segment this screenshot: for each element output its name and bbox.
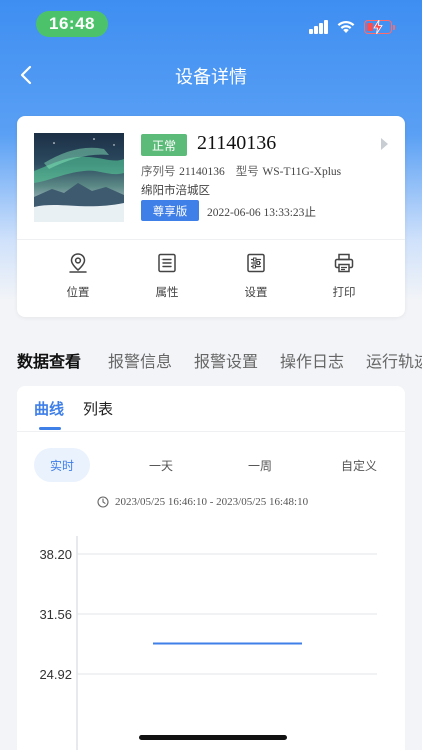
settings-button[interactable]: 设置 [216, 252, 296, 308]
status-badge: 正常 [141, 134, 187, 156]
divider [17, 239, 405, 240]
tab-alarm-settings[interactable]: 报警设置 [194, 348, 258, 372]
settings-label: 设置 [244, 285, 268, 299]
print-label: 打印 [332, 285, 356, 299]
device-location: 绵阳市涪城区 [141, 183, 210, 197]
device-id: 21140136 [197, 132, 277, 154]
clock-icon [97, 496, 109, 508]
device-serial-model: 序列号 21140136 型号 WS-T11G-Xplus [141, 163, 341, 179]
tab-track[interactable]: 运行轨迹 [366, 348, 422, 372]
location-icon [69, 253, 87, 273]
serial-label: 序列号 [141, 164, 176, 178]
edition-badge: 尊享版 [141, 200, 199, 221]
nav-bar: 设备详情 [0, 56, 422, 94]
tab-operation-log[interactable]: 操作日志 [280, 348, 344, 372]
y-tick-label: 31.56 [39, 607, 72, 622]
range-realtime-button[interactable]: 实时 [34, 448, 90, 482]
model-value: WS-T11G-Xplus [262, 166, 342, 178]
properties-icon [158, 253, 176, 273]
range-week-button[interactable]: 一周 [232, 448, 288, 482]
home-indicator [139, 735, 287, 740]
device-card: 正常 21140136 序列号 21140136 型号 WS-T11G-Xplu… [17, 116, 405, 317]
settings-icon [247, 253, 265, 273]
status-time: 16:48 [36, 11, 108, 37]
main-tabs: 数据查看 报警信息 报警设置 操作日志 运行轨迹 [17, 348, 422, 374]
time-range-value: 2023/05/25 16:46:10 - 2023/05/25 16:48:1… [115, 496, 309, 508]
divider [17, 431, 405, 432]
tab-curve[interactable]: 曲线 [34, 398, 64, 419]
location-button[interactable]: 位置 [38, 252, 118, 308]
wifi-icon [337, 20, 355, 33]
y-tick-label: 38.20 [39, 547, 72, 562]
tab-data-view[interactable]: 数据查看 [17, 348, 81, 372]
range-day-button[interactable]: 一天 [133, 448, 189, 482]
line-chart: 38.20 31.56 24.92 [39, 536, 377, 750]
status-bar: 16:48 [0, 0, 422, 46]
expire-value: 2022-06-06 13:33:23 [207, 207, 305, 219]
battery-icon [364, 20, 395, 34]
print-button[interactable]: 打印 [304, 252, 384, 308]
expire-suffix: 止 [304, 205, 316, 219]
expire-date: 2022-06-06 13:33:23止 [207, 204, 316, 220]
data-card: 曲线 列表 实时 一天 一周 自定义 2023/05/25 16:46:10 -… [17, 386, 405, 750]
tab-list[interactable]: 列表 [83, 398, 113, 419]
page-title: 设备详情 [175, 67, 247, 88]
device-thumbnail[interactable] [34, 133, 124, 222]
time-range[interactable]: 2023/05/25 16:46:10 - 2023/05/25 16:48:1… [97, 496, 308, 508]
range-custom-button[interactable]: 自定义 [331, 448, 387, 482]
location-label: 位置 [66, 285, 90, 299]
properties-button[interactable]: 属性 [127, 252, 207, 308]
cellular-signal-icon [309, 20, 329, 34]
aurora-image [34, 138, 124, 222]
y-tick-label: 24.92 [39, 667, 72, 682]
model-label: 型号 [235, 164, 259, 178]
active-tab-indicator [39, 427, 61, 430]
serial-value: 21140136 [179, 166, 225, 178]
tab-alarm-info[interactable]: 报警信息 [108, 348, 172, 372]
properties-label: 属性 [155, 285, 179, 299]
chevron-right-icon[interactable] [381, 138, 388, 150]
printer-icon [334, 253, 354, 273]
